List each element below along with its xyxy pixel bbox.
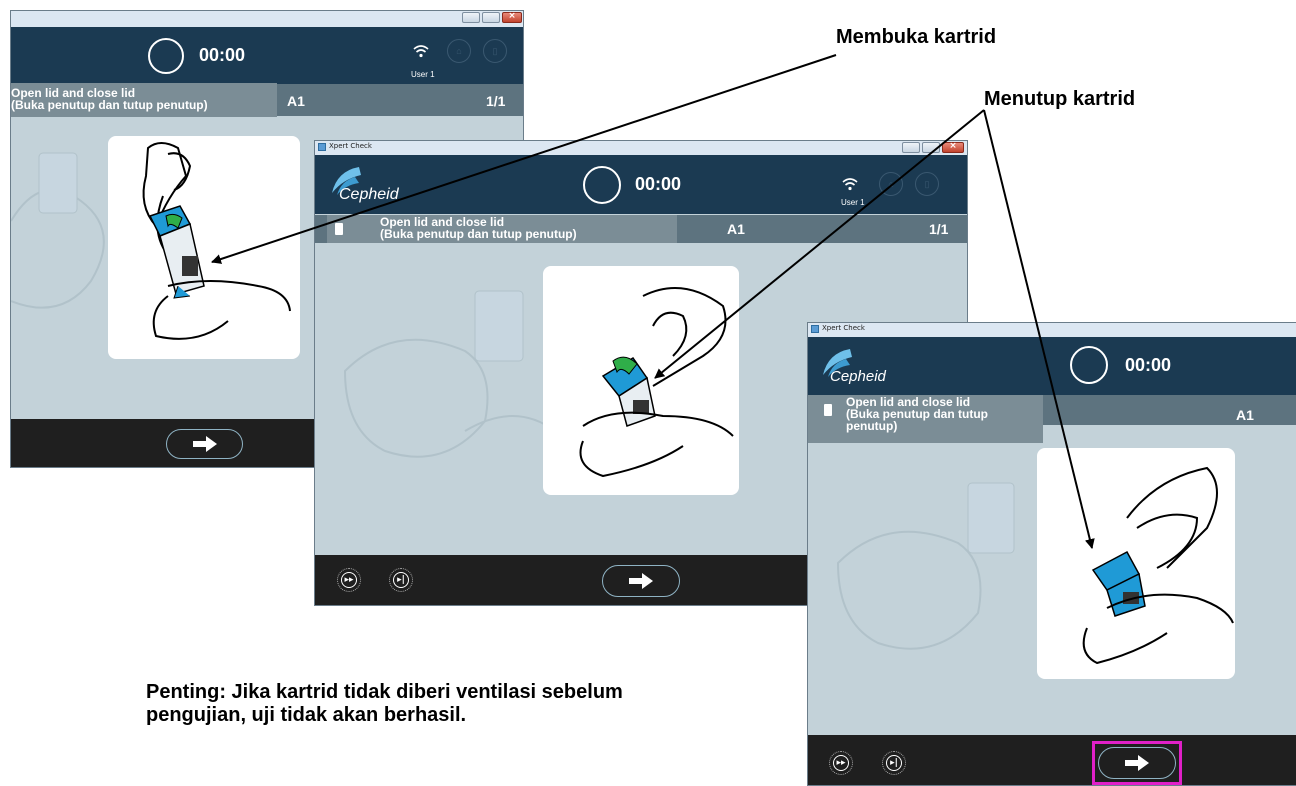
- arrow-close-lid-front: [983, 109, 1095, 549]
- note-line-1: Penting: Jika kartrid tidak diberi venti…: [146, 681, 623, 703]
- callout-close-cartridge: Menutup kartrid: [984, 88, 1136, 110]
- important-note: Penting: Jika kartrid tidak diberi venti…: [146, 681, 623, 727]
- callout-open-cartridge: Membuka kartrid: [836, 26, 997, 48]
- arrow-close-lid-middle: [654, 109, 985, 379]
- note-line-2: pengujian, uji tidak akan berhasil.: [146, 704, 467, 726]
- callout-arrows: [211, 54, 1095, 549]
- arrow-open-lid: [211, 54, 837, 264]
